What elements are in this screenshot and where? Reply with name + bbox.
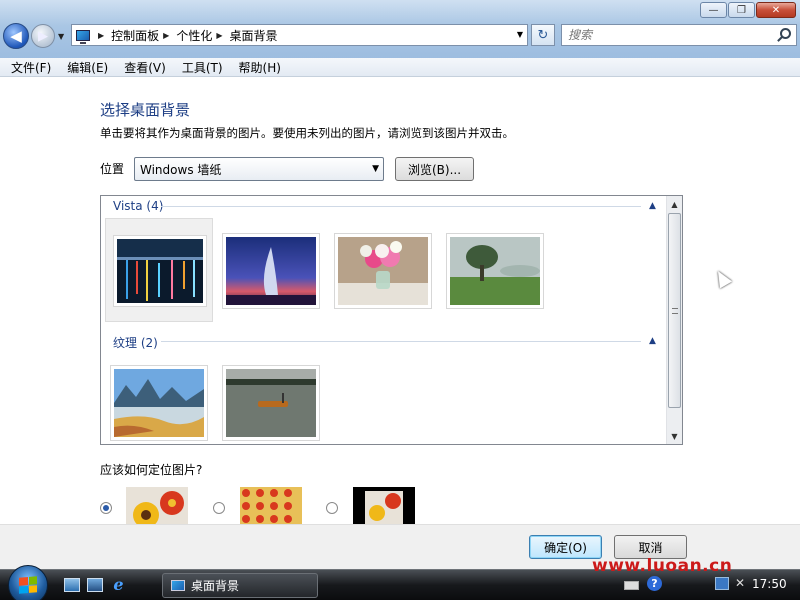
volume-muted-icon[interactable]: ✕	[735, 576, 745, 590]
collapse-icon[interactable]: ▲	[649, 336, 656, 346]
page-title: 选择桌面背景	[100, 101, 191, 119]
position-fill-preview[interactable]	[126, 487, 188, 524]
wallpaper-thumbnail[interactable]	[446, 233, 544, 309]
breadcrumb-separator-icon[interactable]: ▶	[216, 31, 222, 40]
recent-pages-dropdown[interactable]: ▼	[58, 32, 64, 41]
caption-buttons: — ❐ ✕	[700, 2, 796, 18]
scrollbar-thumb[interactable]	[668, 213, 681, 408]
position-tile-preview[interactable]	[240, 487, 302, 524]
clock[interactable]: 17:50	[752, 577, 787, 591]
group-divider	[161, 341, 641, 342]
menu-tools[interactable]: 工具(T)	[174, 59, 231, 76]
switch-windows-icon[interactable]	[87, 578, 103, 592]
help-icon[interactable]: ?	[647, 576, 662, 591]
flower-bouquet-image	[338, 237, 428, 305]
breadcrumb-separator-icon[interactable]: ▶	[163, 31, 169, 40]
guilin-river-image	[114, 369, 204, 437]
windows-logo-icon	[19, 576, 37, 594]
search-input[interactable]	[568, 28, 768, 42]
page-description: 单击要将其作为桌面背景的图片。要使用未列出的图片，请浏览到该图片并双击。	[100, 126, 514, 140]
group-header-vista[interactable]: Vista (4)	[113, 199, 163, 213]
minimize-button[interactable]: —	[700, 2, 727, 18]
chevron-down-icon[interactable]: ▼	[517, 30, 523, 39]
forward-button[interactable]: ▶	[31, 24, 55, 48]
position-radio-fill[interactable]	[100, 502, 112, 514]
back-arrow-icon: ◀	[10, 27, 22, 45]
wallpaper-thumbnail-selected[interactable]	[105, 218, 213, 322]
window-frame: — ❐ ✕ ◀ ▶ ▼ ▶ 控制面板 ▶ 个性化 ▶ 桌面背景 ▼ ↻	[0, 0, 800, 58]
breadcrumb-separator-icon[interactable]: ▶	[98, 31, 104, 40]
chevron-down-icon[interactable]: ▼	[372, 164, 379, 174]
position-question: 应该如何定位图片?	[100, 463, 203, 477]
collapse-icon[interactable]: ▲	[649, 201, 656, 211]
browse-button[interactable]: 浏览(B)...	[395, 157, 474, 181]
search-box[interactable]	[561, 24, 797, 46]
group-header-textures[interactable]: 纹理 (2)	[113, 334, 158, 351]
group-divider	[161, 206, 641, 207]
wallpaper-thumbnail[interactable]	[110, 365, 208, 441]
control-panel-icon	[171, 580, 185, 591]
network-icon[interactable]	[715, 577, 729, 590]
position-radio-tile[interactable]	[213, 502, 225, 514]
forward-arrow-icon: ▶	[38, 28, 48, 44]
location-value: Windows 墙纸	[140, 162, 222, 177]
taskbar-window-label: 桌面背景	[191, 579, 240, 593]
control-panel-icon	[72, 26, 94, 44]
refresh-button[interactable]: ↻	[531, 24, 555, 46]
tree-meadow-image	[450, 237, 540, 305]
close-button[interactable]: ✕	[756, 2, 796, 18]
breadcrumb-desktop-background[interactable]: 桌面背景	[230, 27, 278, 44]
menu-edit[interactable]: 编辑(E)	[59, 59, 116, 76]
maximize-button[interactable]: ❐	[728, 2, 755, 18]
position-center-preview[interactable]	[353, 487, 415, 524]
show-desktop-icon[interactable]	[64, 578, 80, 592]
city-lights-image	[117, 239, 203, 303]
wallpaper-thumbnail[interactable]	[222, 233, 320, 309]
taskbar-window-button[interactable]: 桌面背景	[162, 573, 318, 598]
main-content: 选择桌面背景 单击要将其作为桌面背景的图片。要使用未列出的图片，请浏览到该图片并…	[0, 78, 800, 524]
burj-sunset-image	[226, 237, 316, 305]
breadcrumb-control-panel[interactable]: 控制面板	[111, 27, 159, 44]
location-dropdown[interactable]: Windows 墙纸 ▼	[134, 157, 384, 181]
internet-explorer-icon[interactable]: e	[110, 576, 127, 593]
menu-bar: 文件(F) 编辑(E) 查看(V) 工具(T) 帮助(H)	[0, 58, 800, 77]
scroll-down-icon[interactable]: ▼	[667, 428, 682, 444]
menu-help[interactable]: 帮助(H)	[231, 59, 289, 76]
search-icon[interactable]	[780, 28, 791, 39]
watermark-url: www.luoan.cn	[592, 556, 733, 576]
scroll-up-icon[interactable]: ▲	[667, 196, 682, 212]
wallpaper-gallery: Vista (4) ▲ 纹理 (2) ▲ ▲ ▼	[100, 195, 683, 445]
back-button[interactable]: ◀	[3, 23, 29, 49]
refresh-icon: ↻	[537, 27, 549, 43]
menu-view[interactable]: 查看(V)	[116, 59, 174, 76]
wallpaper-thumbnail[interactable]	[334, 233, 432, 309]
position-radio-center[interactable]	[326, 502, 338, 514]
start-button[interactable]	[8, 565, 48, 600]
gallery-scrollbar[interactable]: ▲ ▼	[666, 196, 682, 444]
breadcrumb-personalization[interactable]: 个性化	[176, 27, 212, 44]
keyboard-icon[interactable]	[624, 581, 639, 590]
wallpaper-thumbnail[interactable]	[222, 365, 320, 441]
menu-file[interactable]: 文件(F)	[3, 59, 59, 76]
location-label: 位置	[100, 162, 125, 176]
address-bar[interactable]: ▶ 控制面板 ▶ 个性化 ▶ 桌面背景 ▼	[71, 24, 528, 46]
boat-lake-image	[226, 369, 316, 437]
